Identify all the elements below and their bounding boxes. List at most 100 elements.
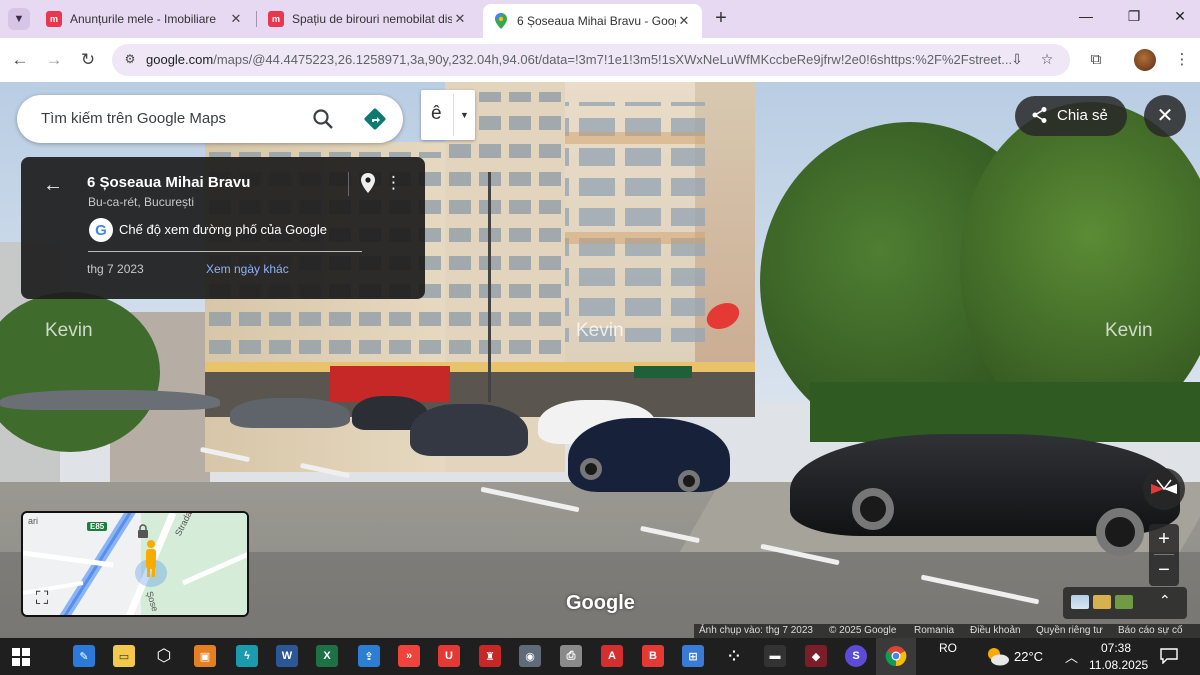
input-language-button[interactable]: ê ▼	[421, 90, 475, 140]
back-arrow-icon[interactable]: ←	[8, 48, 32, 72]
forward-arrow-icon[interactable]: →	[42, 48, 66, 72]
back-arrow-icon[interactable]: ←	[43, 174, 63, 197]
zoom-control: + −	[1149, 524, 1179, 586]
printer-app-icon[interactable]: ⎙	[560, 645, 582, 667]
bookmark-star-icon[interactable]: ☆	[1038, 51, 1056, 69]
b-app-icon[interactable]: B	[642, 645, 664, 667]
paint-icon[interactable]: ✎	[73, 645, 95, 667]
clock-date[interactable]: 11.08.2025	[1089, 658, 1148, 672]
hexagon-app-icon[interactable]: ⬡	[153, 645, 175, 667]
ultraviewer-icon[interactable]: U	[438, 645, 460, 667]
file-explorer-icon[interactable]: ▭	[113, 645, 135, 667]
tab-close-icon[interactable]: ✕	[676, 13, 692, 29]
ruby-app-icon[interactable]: ◆	[805, 645, 827, 667]
browser-menu-icon[interactable]: ⋮	[1170, 48, 1194, 72]
directions-icon[interactable]	[363, 107, 387, 131]
url-text[interactable]: google.com/maps/@44.4475223,26.1258971,3…	[146, 52, 1014, 67]
skype-icon[interactable]: S	[845, 645, 867, 667]
privacy-link[interactable]: Quyền riêng tư	[1036, 625, 1103, 636]
chevron-up-icon[interactable]: ⌃	[1159, 592, 1171, 609]
report-problem-link[interactable]: Báo cáo sự cố	[1118, 625, 1183, 636]
word-icon[interactable]: W	[276, 645, 298, 667]
hedge	[810, 382, 1200, 442]
place-locality: Bu-ca-rét, București	[88, 195, 195, 209]
new-tab-button[interactable]: +	[710, 8, 732, 30]
parked-cars	[0, 390, 220, 410]
restore-window-icon[interactable]: ❐	[1122, 8, 1146, 30]
share-label: Chia sẻ	[1057, 107, 1108, 124]
kevin-watermark: Kevin	[576, 320, 624, 341]
tab-search-chevron-icon[interactable]: ▼	[8, 8, 30, 30]
browser-toolbar: ← → ↻ ⚙ google.com/maps/@44.4475223,26.1…	[0, 38, 1200, 82]
car-wheel	[852, 488, 894, 530]
reload-icon[interactable]: ↻	[76, 48, 100, 72]
search-icon[interactable]	[311, 107, 335, 131]
share-button[interactable]: Chia sẻ	[1015, 96, 1127, 136]
tab-office-space[interactable]: m Spațiu de birouri nemobilat dis ✕	[258, 4, 478, 34]
zoom-out-button[interactable]: −	[1149, 555, 1179, 585]
parked-car	[410, 404, 528, 456]
install-app-icon[interactable]: ⇩	[1008, 51, 1026, 69]
dark-app-icon[interactable]: ▬	[764, 645, 786, 667]
search-placeholder[interactable]: Tìm kiếm trên Google Maps	[41, 110, 226, 127]
windows-start-icon[interactable]	[12, 648, 30, 666]
kevin-watermark: Kevin	[45, 320, 93, 341]
car-wheel	[678, 470, 700, 492]
mini-map[interactable]: ari E85 Strada Christigiil Șose ⛶	[21, 511, 249, 617]
street-view-info-card: ← 6 Șoseaua Mihai Bravu Bu-ca-rét, Bucur…	[21, 157, 425, 299]
close-window-icon[interactable]: ✕	[1168, 8, 1192, 30]
tab-google-maps[interactable]: 6 Șoseaua Mihai Bravu - Googl ✕	[483, 4, 702, 38]
maps-search-box[interactable]: Tìm kiếm trên Google Maps	[17, 95, 403, 143]
chevron-down-icon[interactable]: ▼	[453, 94, 475, 136]
profile-avatar[interactable]	[1134, 49, 1156, 71]
chevron-up-icon[interactable]: ︿	[1065, 647, 1078, 666]
chrome-icon[interactable]	[885, 645, 907, 667]
tab-close-icon[interactable]: ✕	[228, 11, 244, 27]
address-bar[interactable]: ⚙ google.com/maps/@44.4475223,26.1258971…	[112, 44, 1070, 76]
google-maps-pin-icon	[493, 13, 509, 29]
site-info-icon[interactable]: ⚙	[122, 52, 138, 68]
excel-icon[interactable]: X	[316, 645, 338, 667]
close-street-view-button[interactable]: ✕	[1144, 95, 1186, 137]
minimize-window-icon[interactable]: —	[1074, 8, 1098, 30]
tab-close-icon[interactable]: ✕	[452, 11, 468, 27]
location-pin-icon[interactable]	[359, 172, 377, 194]
tab-divider	[256, 11, 257, 27]
acrobat-icon[interactable]: A	[601, 645, 623, 667]
compass-icon[interactable]	[1143, 468, 1185, 510]
notification-icon[interactable]	[1160, 648, 1178, 664]
country-label[interactable]: Romania	[914, 625, 954, 636]
bank-sign	[634, 366, 692, 378]
red-app-icon[interactable]: ♜	[479, 645, 501, 667]
dots-app-icon[interactable]: ⁘	[723, 645, 745, 667]
street-view-mode-label: Chế độ xem đường phố của Google	[119, 222, 328, 237]
extensions-puzzle-icon[interactable]: ⧉	[1084, 48, 1108, 72]
photo-strip-toggle[interactable]: ⌃	[1063, 587, 1187, 619]
route-shield: E85	[87, 522, 108, 531]
camera-icon[interactable]: ◉	[519, 645, 541, 667]
tab-imobiliare-ads[interactable]: m Anunțurile mele - Imobiliare ✕	[36, 4, 254, 34]
terms-link[interactable]: Điều khoản	[970, 625, 1021, 636]
more-options-icon[interactable]: ⋮	[385, 173, 402, 193]
flash-app-icon[interactable]: ϟ	[236, 645, 258, 667]
temperature[interactable]: 22°C	[1014, 649, 1043, 664]
weather-partly-cloudy-icon[interactable]	[984, 645, 1010, 667]
anydesk-icon[interactable]: »	[398, 645, 420, 667]
store-icon[interactable]: ⊞	[682, 645, 704, 667]
map-label: ari	[28, 516, 39, 526]
zoom-in-button[interactable]: +	[1149, 524, 1179, 554]
upload-app-icon[interactable]: ⇪	[358, 645, 380, 667]
google-g-logo-icon: G	[89, 218, 113, 242]
lock-icon	[138, 524, 148, 538]
office-icon[interactable]: ▣	[194, 645, 216, 667]
clock-time[interactable]: 07:38	[1101, 641, 1131, 655]
input-language[interactable]: RO	[939, 641, 957, 655]
browser-tab-strip: ▼ m Anunțurile mele - Imobiliare ✕ m Spa…	[0, 0, 1200, 38]
see-other-dates-link[interactable]: Xem ngày khác	[206, 262, 289, 276]
url-path: /maps/@44.4475223,26.1258971,3a,90y,232.…	[213, 52, 1013, 67]
photo-thumbnail[interactable]	[1071, 595, 1089, 609]
photo-thumbnail[interactable]	[1093, 595, 1111, 609]
photo-thumbnail[interactable]	[1115, 595, 1133, 609]
tab-title: Anunțurile mele - Imobiliare	[70, 12, 217, 26]
expand-map-icon[interactable]: ⛶	[31, 588, 53, 610]
